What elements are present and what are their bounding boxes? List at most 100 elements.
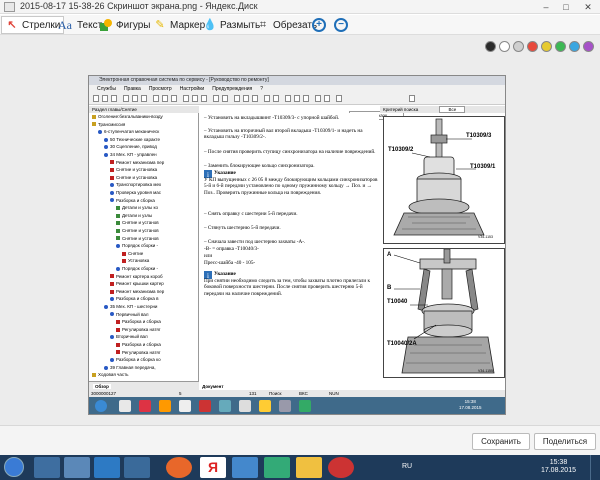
app-menu-item[interactable]: Правка: [124, 85, 141, 93]
text-icon: Aa: [58, 18, 72, 32]
tree-item[interactable]: 39 Главная передача,: [104, 364, 156, 371]
tree-item[interactable]: Разборка и сборка: [110, 197, 155, 204]
yandex-icon[interactable]: Я: [200, 457, 226, 478]
color-swatch[interactable]: [541, 41, 552, 52]
instruction-text: – После снятия проверить ступицу синхрон…: [204, 149, 376, 155]
app-menu: Службы Правка Просмотр Настройки Предупрежде…: [89, 85, 505, 93]
color-swatch[interactable]: [583, 41, 594, 52]
app-menu-item[interactable]: ?: [260, 85, 263, 93]
tree-item[interactable]: Снятие: [122, 250, 143, 257]
tree-item[interactable]: Разборка и сборка ко: [110, 356, 161, 363]
tree-item-label: Детали и узлы ко: [122, 205, 158, 211]
zoom-in-icon[interactable]: +: [312, 18, 326, 32]
tree-item[interactable]: 6-ступенчатая механическ: [98, 128, 159, 135]
tree-item[interactable]: Детали и узлы ко: [116, 204, 158, 211]
tree-item[interactable]: 30 Сцепление, привод: [104, 143, 157, 150]
tree-item[interactable]: 35 Мех. КП - шестерни: [104, 303, 157, 310]
tree-item[interactable]: Снятие и установ: [116, 235, 159, 242]
tree-item[interactable]: Установка: [122, 257, 149, 264]
tree-item[interactable]: Снятие и установка: [110, 166, 157, 173]
tool-drawing-2: [393, 248, 495, 374]
tree-item[interactable]: Ремонт картера короб: [110, 273, 163, 280]
taskbar-app-icon[interactable]: [124, 457, 150, 478]
taskbar-app-icon: [279, 400, 291, 412]
show-desktop-button[interactable]: [590, 455, 598, 480]
app-menu-item[interactable]: Службы: [97, 85, 116, 93]
tree-item[interactable]: Порядок сборки -: [116, 242, 158, 249]
color-swatch[interactable]: [485, 41, 496, 52]
figure2-label: B: [387, 285, 392, 291]
tree-item[interactable]: Детали и узлы: [116, 212, 152, 219]
tree-item[interactable]: Разборка и сборка: [116, 341, 161, 348]
tree-node-icon: [116, 266, 120, 271]
tree-item[interactable]: Порядок сборки -: [116, 265, 158, 272]
app-menu-item[interactable]: Настройки: [180, 85, 205, 93]
tree-item[interactable]: Проверка уровня мас: [110, 189, 161, 196]
tree-item[interactable]: Снятие и установ: [116, 227, 159, 234]
tree-item[interactable]: Вторичный вал: [110, 333, 148, 340]
taskbar-app-icon: [259, 400, 271, 412]
tree-item[interactable]: Разборка и сборка в: [110, 295, 159, 302]
save-button[interactable]: Сохранить: [472, 433, 530, 450]
tree-item[interactable]: Регулировка натяг: [116, 326, 160, 333]
zoom-out-icon[interactable]: −: [334, 18, 348, 32]
taskbar-app-icon[interactable]: [264, 457, 290, 478]
taskbar-app-icon[interactable]: [328, 457, 354, 478]
tab-document[interactable]: Документ: [202, 384, 223, 389]
taskbar-app-icon[interactable]: [232, 457, 258, 478]
shapes-tool[interactable]: Фигуры: [96, 16, 153, 34]
tree-item[interactable]: Трансмиссия: [92, 121, 125, 128]
instruction-text: Пресс-шайба -40 - 105-: [204, 260, 256, 266]
minimize-button[interactable]: –: [536, 1, 556, 13]
taskbar-app-icon[interactable]: [64, 457, 90, 478]
tree-item[interactable]: Разборка и сборка: [116, 318, 161, 325]
app-menu-item[interactable]: Просмотр: [149, 85, 172, 93]
figure1-label: T10309/1: [470, 164, 496, 170]
instruction-text: У КП выпущенных с 26 05 8 между блокирую…: [204, 177, 378, 196]
figure1-code: V34-1153: [478, 235, 493, 239]
shapes-label: Фигуры: [116, 19, 151, 31]
search-scope-value[interactable]: Все: [439, 106, 466, 113]
tree-item[interactable]: Ремонт механизма пер: [110, 288, 164, 295]
color-swatch[interactable]: [513, 41, 524, 52]
taskbar-app-icon[interactable]: [94, 457, 120, 478]
color-swatch[interactable]: [569, 41, 580, 52]
firefox-icon[interactable]: [166, 457, 192, 478]
color-swatch[interactable]: [527, 41, 538, 52]
app-menu-item[interactable]: Предупреждения: [212, 85, 252, 93]
tree-item[interactable]: 50 Технические характе: [104, 136, 160, 143]
color-palette: [485, 41, 594, 52]
app-tool-icon: [285, 95, 291, 102]
tree-item[interactable]: Снятие и установ: [116, 219, 159, 226]
tree-node-icon: [104, 304, 108, 309]
tree-item[interactable]: Ремонт крышки картер: [110, 280, 164, 287]
tree-item[interactable]: 34 Мех. КП - управлен: [104, 151, 157, 158]
instruction-text: – Стянуть шестерню 5-й передачи.: [204, 225, 281, 231]
tab-overview[interactable]: Обзор: [93, 384, 111, 389]
close-button[interactable]: ✕: [578, 1, 598, 13]
start-button[interactable]: [4, 457, 24, 477]
system-clock[interactable]: 15:38 17.08.2015: [541, 459, 576, 475]
maximize-button[interactable]: □: [556, 1, 576, 13]
taskbar-app-icon[interactable]: [296, 457, 322, 478]
tree-item[interactable]: Оголение:безгальваники-возду: [92, 113, 163, 120]
figure1-label: T10309/3: [466, 133, 492, 139]
tree-item[interactable]: Снятие и установка: [110, 174, 157, 181]
tree-node-icon: [116, 206, 120, 210]
language-indicator[interactable]: RU: [402, 463, 412, 470]
tree-item[interactable]: Регулировка натяг: [116, 349, 160, 356]
instruction-text: -B- = оправка -T10040/3-: [204, 246, 259, 252]
tree-item[interactable]: Ремонт механизма пер: [110, 159, 164, 166]
crop-tool[interactable]: ⌗ Обрезать: [253, 16, 320, 34]
taskbar-app-icon: [179, 400, 191, 412]
share-button[interactable]: Поделиться: [534, 433, 596, 450]
instruction-text: – Установить на вторичный вал второй вкл…: [204, 128, 363, 141]
tree-item[interactable]: Первичный вал: [110, 311, 148, 318]
color-swatch[interactable]: [555, 41, 566, 52]
taskbar-app-icon[interactable]: [34, 457, 60, 478]
tree-item[interactable]: Транспортировка мех: [110, 181, 161, 188]
app-tool-icon: [324, 95, 330, 102]
tree-node-icon: [104, 145, 108, 150]
color-swatch[interactable]: [499, 41, 510, 52]
tree-item[interactable]: Ходовая часть: [92, 371, 129, 378]
